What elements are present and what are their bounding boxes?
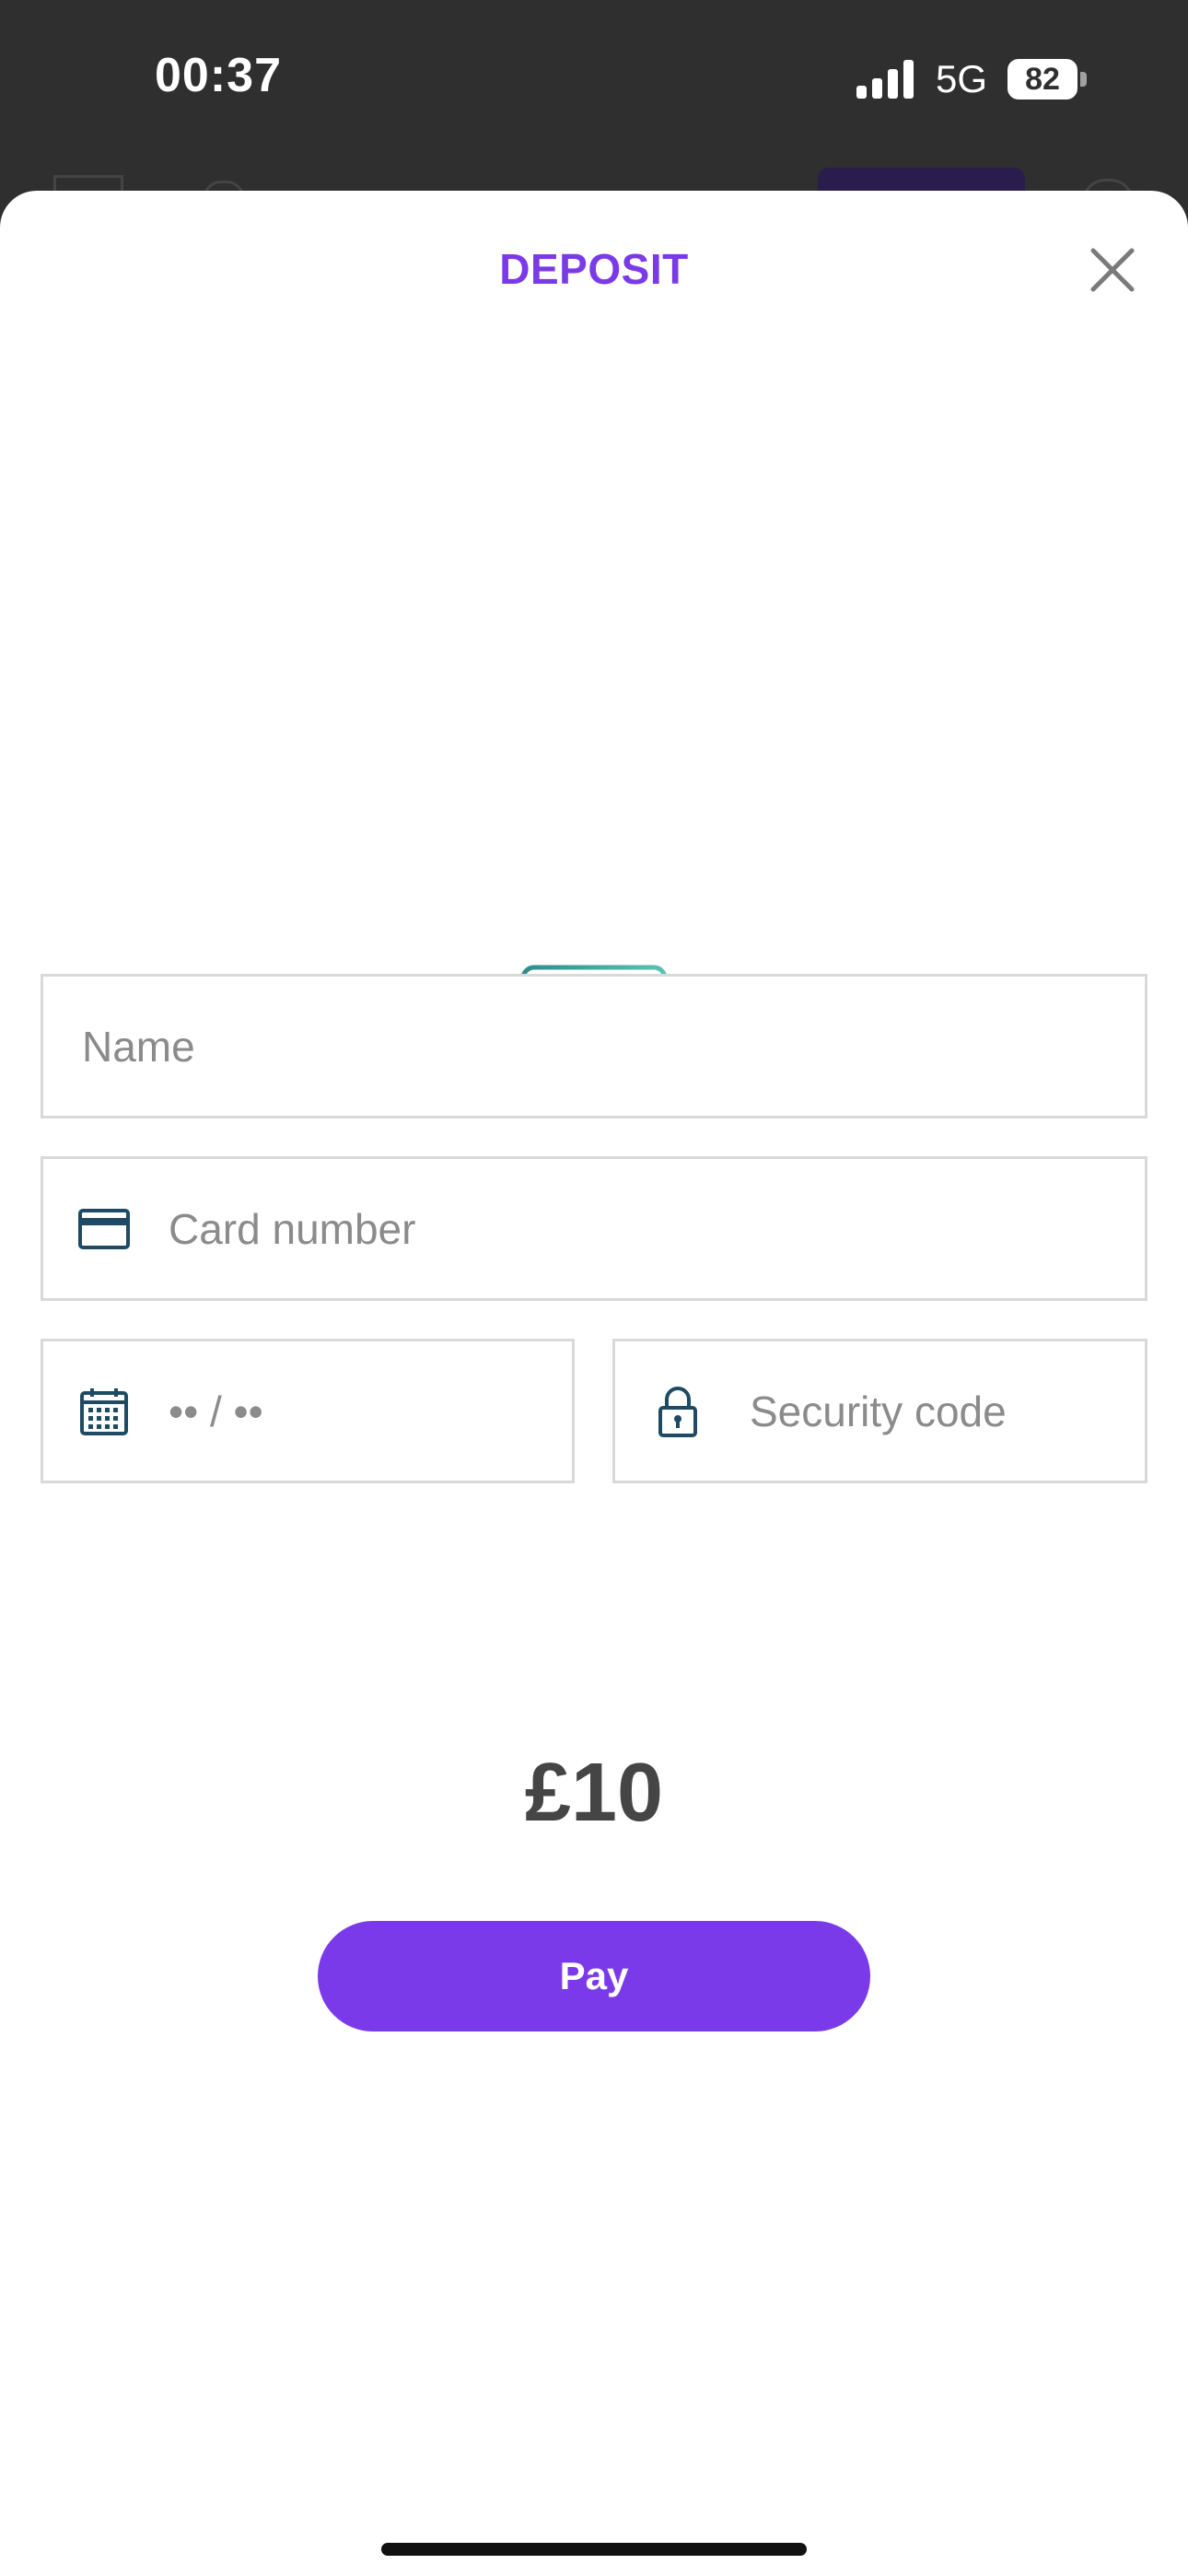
close-button[interactable] [1085,242,1140,298]
security-code-input[interactable] [750,1341,1188,1481]
screen: 00:37 5G 82 DEPOSIT Name Card number •• … [0,0,1188,2576]
lock-icon [652,1386,704,1437]
expiry-date-field [41,1339,719,1483]
card-number-input[interactable] [169,1159,1145,1298]
status-bar: 00:37 5G 82 [0,0,1188,161]
sheet-title: DEPOSIT [499,245,689,293]
home-indicator[interactable] [381,2543,807,2556]
network-type: 5G [935,57,987,100]
cellular-signal-icon [856,60,914,99]
deposit-amount: £10 [524,1747,664,1839]
name-field [41,974,1147,1118]
pay-button[interactable]: Pay [318,1921,870,2032]
security-code-field [612,1339,1188,1483]
battery-icon: 82 [1007,59,1087,100]
credit-card-icon [78,1203,130,1255]
name-input[interactable] [82,977,1145,1116]
card-number-field [41,1156,1147,1301]
status-time: 00:37 [155,49,282,102]
status-indicators: 5G 82 [856,55,1087,103]
battery-cap [1080,72,1087,87]
deposit-sheet: DEPOSIT Name Card number •• / •• Securit… [0,191,1188,2576]
calendar-icon [78,1386,130,1437]
battery-level: 82 [1007,59,1077,100]
close-icon [1090,248,1135,292]
